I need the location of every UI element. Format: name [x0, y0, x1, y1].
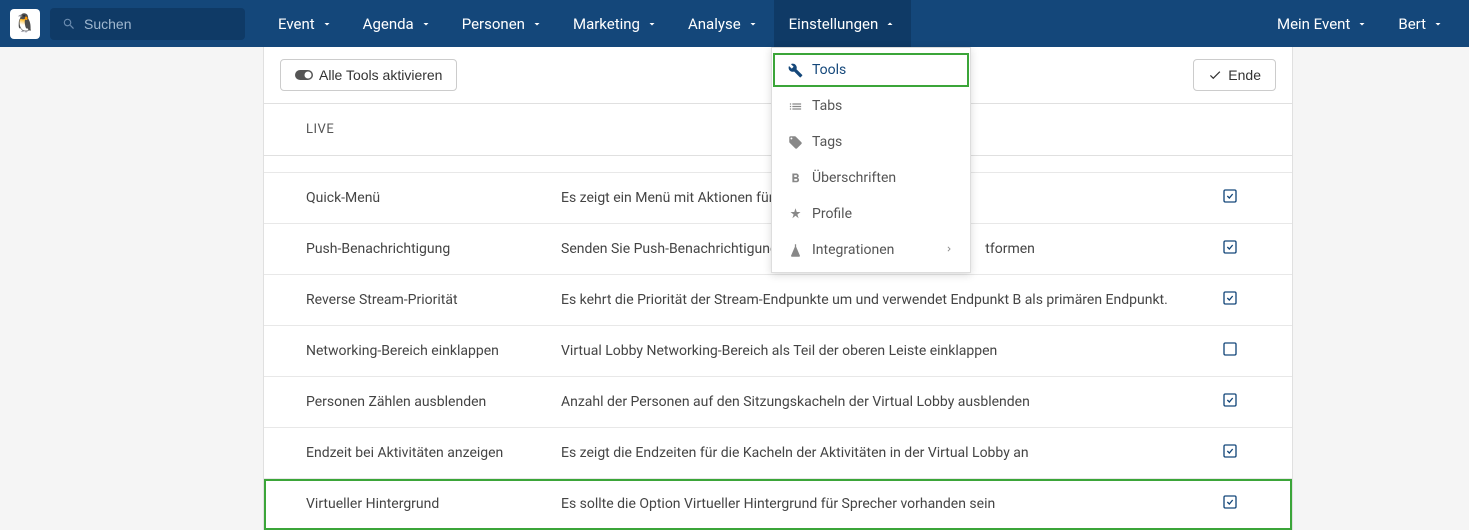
setting-name: Push-Benachrichtigung — [306, 241, 561, 257]
activate-all-button[interactable]: Alle Tools aktivieren — [280, 59, 457, 91]
nav-mein-event[interactable]: Mein Event — [1262, 0, 1383, 47]
nav-items: Event Agenda Personen Marketing Analyse … — [263, 0, 911, 47]
chevron-down-icon — [1432, 18, 1444, 30]
bold-icon — [788, 171, 812, 186]
chevron-down-icon — [531, 18, 543, 30]
navbar: 🐧 Event Agenda Personen Marketing Analys… — [0, 0, 1469, 47]
dropdown-item-label: Überschriften — [812, 170, 896, 186]
nav-agenda[interactable]: Agenda — [348, 0, 447, 47]
checkbox-checked[interactable] — [1210, 239, 1250, 259]
button-label: Alle Tools aktivieren — [319, 67, 442, 83]
setting-desc: Es zeigt die Endzeiten für die Kacheln d… — [561, 445, 1210, 461]
dropdown-headings[interactable]: Überschriften — [772, 160, 970, 196]
nav-analyse[interactable]: Analyse — [673, 0, 774, 47]
toggle-icon — [295, 69, 313, 81]
search-box[interactable] — [50, 8, 245, 40]
chevron-up-icon — [884, 18, 896, 30]
dropdown-item-label: Profile — [812, 206, 852, 222]
end-button[interactable]: Ende — [1193, 59, 1276, 91]
flask-icon — [788, 243, 812, 258]
chevron-right-icon — [944, 242, 954, 258]
dropdown-tabs[interactable]: Tabs — [772, 88, 970, 124]
search-input[interactable] — [84, 16, 224, 32]
setting-desc: Virtual Lobby Networking-Bereich als Tei… — [561, 343, 1210, 359]
setting-name: Quick-Menü — [306, 190, 561, 206]
checkbox-checked[interactable] — [1210, 443, 1250, 463]
settings-dropdown: Tools Tabs Tags Überschriften Profile In… — [771, 47, 971, 273]
section-title: LIVE — [306, 122, 334, 137]
nav-einstellungen[interactable]: Einstellungen — [774, 0, 912, 47]
chevron-down-icon — [420, 18, 432, 30]
wrench-icon — [788, 63, 812, 78]
nav-marketing[interactable]: Marketing — [558, 0, 673, 47]
checkbox-checked[interactable] — [1210, 392, 1250, 412]
dropdown-profile[interactable]: Profile — [772, 196, 970, 232]
table-row[interactable]: Endzeit bei Aktivitäten anzeigen Es zeig… — [264, 428, 1292, 479]
table-row[interactable]: Networking-Bereich einklappen Virtual Lo… — [264, 326, 1292, 377]
table-row[interactable]: Personen Zählen ausblenden Anzahl der Pe… — [264, 377, 1292, 428]
list-icon — [788, 99, 812, 114]
setting-desc: Es sollte die Option Virtueller Hintergr… — [561, 496, 1210, 512]
setting-name: Networking-Bereich einklappen — [306, 343, 561, 359]
dropdown-tools[interactable]: Tools — [772, 52, 970, 88]
setting-name: Virtueller Hintergrund — [306, 496, 561, 512]
setting-name: Personen Zählen ausblenden — [306, 394, 561, 410]
dropdown-tags[interactable]: Tags — [772, 124, 970, 160]
setting-desc: Es kehrt die Priorität der Stream-Endpun… — [561, 292, 1210, 308]
chevron-down-icon — [1356, 18, 1368, 30]
nav-personen[interactable]: Personen — [447, 0, 558, 47]
checkbox-unchecked[interactable] — [1210, 341, 1250, 361]
setting-name: Endzeit bei Aktivitäten anzeigen — [306, 445, 561, 461]
table-row[interactable]: Reverse Stream-Priorität Es kehrt die Pr… — [264, 275, 1292, 326]
chevron-down-icon — [646, 18, 658, 30]
chevron-down-icon — [321, 18, 333, 30]
setting-name: Reverse Stream-Priorität — [306, 292, 561, 308]
chevron-down-icon — [747, 18, 759, 30]
dropdown-item-label: Integrationen — [812, 242, 894, 258]
checkbox-checked[interactable] — [1210, 494, 1250, 514]
dropdown-integrations[interactable]: Integrationen — [772, 232, 970, 268]
dropdown-item-label: Tags — [812, 134, 842, 150]
search-icon — [62, 17, 76, 31]
nav-event[interactable]: Event — [263, 0, 348, 47]
setting-desc: Anzahl der Personen auf den Sitzungskach… — [561, 394, 1210, 410]
nav-right: Mein Event Bert — [1262, 0, 1459, 47]
nav-user[interactable]: Bert — [1383, 0, 1459, 47]
logo[interactable]: 🐧 — [10, 9, 40, 39]
dropdown-item-label: Tabs — [812, 98, 842, 114]
table-row[interactable]: Virtueller Hintergrund Es sollte die Opt… — [264, 479, 1292, 530]
button-label: Ende — [1228, 67, 1261, 83]
checkbox-checked[interactable] — [1210, 290, 1250, 310]
tag-icon — [788, 135, 812, 150]
asterisk-icon — [788, 207, 812, 222]
check-icon — [1208, 68, 1222, 82]
checkbox-checked[interactable] — [1210, 188, 1250, 208]
dropdown-item-label: Tools — [812, 62, 846, 78]
